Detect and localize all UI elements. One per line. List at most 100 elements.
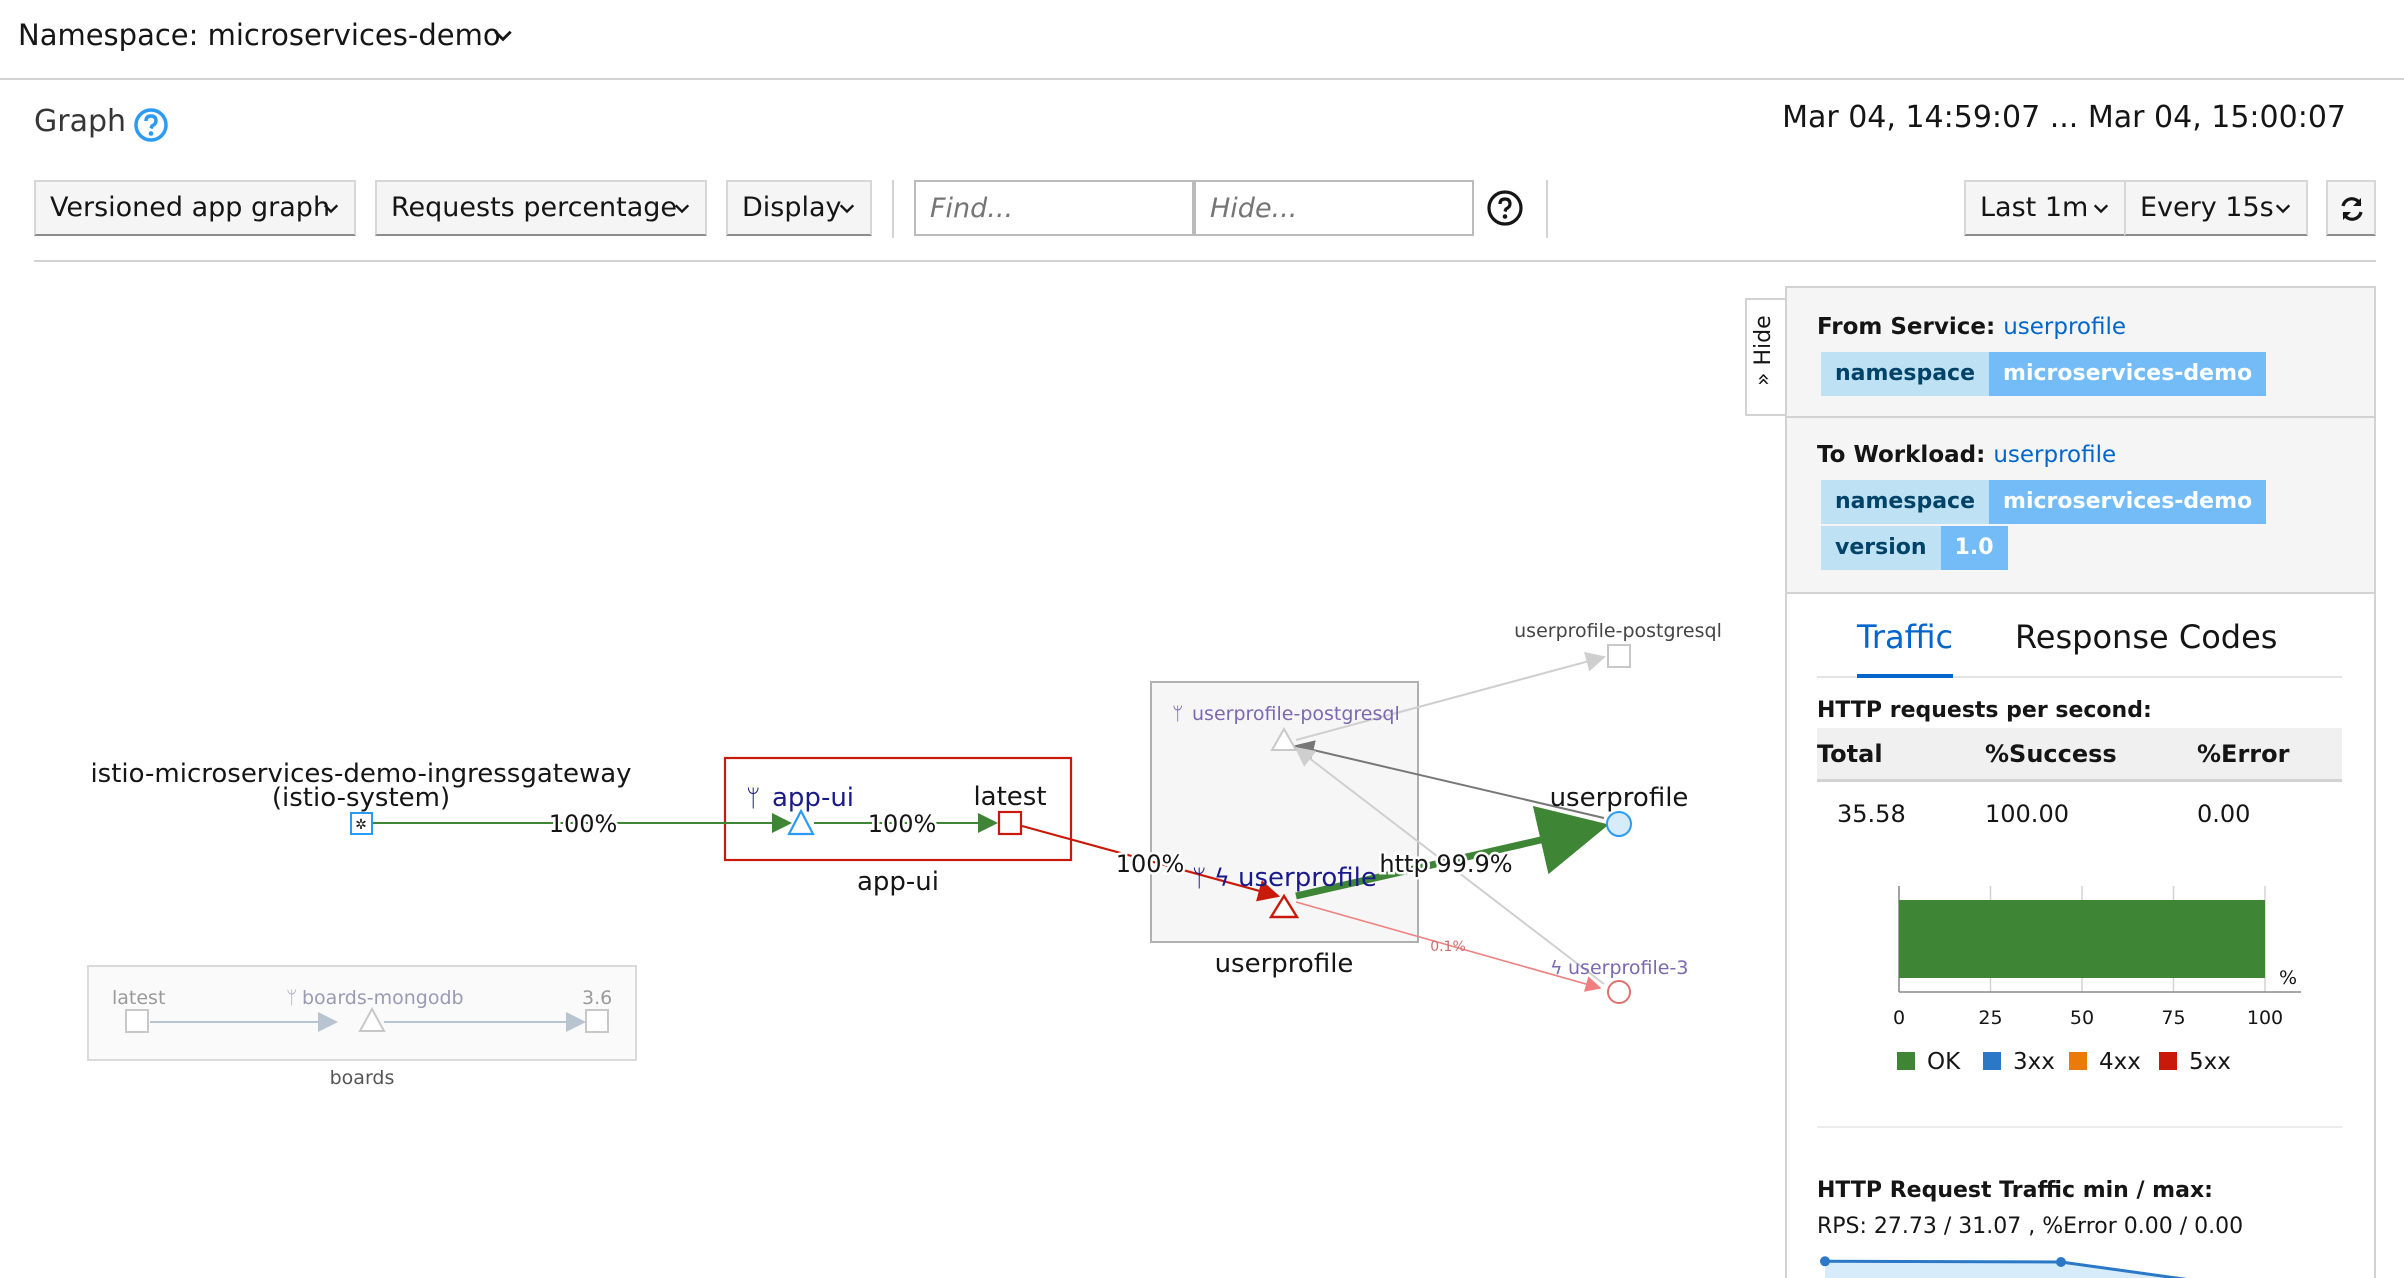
branch-icon: ᛘ (746, 784, 760, 812)
unit-label: % (2279, 967, 2297, 989)
gateway-icon: ✲ (355, 817, 367, 833)
legend-label: 4xx (2099, 1049, 2141, 1075)
help-icon[interactable] (133, 107, 169, 143)
boards-app-box[interactable]: latest ᛘ boards-mongodb 3.6 boards (87, 965, 637, 1089)
branch-icon: ᛘ (1192, 864, 1206, 892)
refresh-button[interactable] (2326, 180, 2376, 236)
find-help-icon[interactable] (1486, 189, 1524, 227)
from-service-label: From Service: (1817, 314, 1996, 340)
tab-response-codes[interactable]: Response Codes (2015, 618, 2277, 674)
userprofile-postgresql-outer-label: userprofile-postgresql (1514, 620, 1722, 642)
badge-key: namespace (1821, 480, 1990, 524)
edge-label-http: http 99.9% (1379, 850, 1512, 878)
summary-panel: From Service: userprofile namespace micr… (1785, 286, 2376, 1278)
page-title: Graph (34, 104, 127, 139)
badge-value: 1.0 (1940, 526, 2008, 570)
userprofile-postgresql-workload-node[interactable] (1607, 644, 1631, 668)
rps-title: HTTP requests per second: (1817, 698, 2152, 723)
to-workload-link[interactable]: userprofile (1993, 442, 2116, 468)
legend-swatch (2159, 1052, 2177, 1070)
to-workload-section: To Workload: userprofile namespace micro… (1787, 418, 2374, 594)
boards-branch-icon: ᛘ (286, 987, 297, 1009)
toolbar-divider (892, 180, 894, 238)
userprofile-service-label: userprofile (1238, 863, 1377, 893)
edge-labels-dropdown[interactable]: Requests percentage (375, 180, 707, 236)
toolbar-divider (34, 260, 2376, 262)
legend-swatch (1983, 1052, 2001, 1070)
legend-label: 3xx (2013, 1049, 2055, 1075)
app-ui-app-node[interactable] (787, 808, 815, 836)
graph-type-dropdown[interactable]: Versioned app graph (34, 180, 356, 236)
badge-value: microservices-demo (1989, 480, 2267, 524)
chevron-down-icon (2093, 204, 2109, 214)
app-ui-latest-node[interactable] (997, 810, 1023, 836)
badge-key: namespace (1821, 352, 1990, 396)
tick-label: 75 (2161, 1007, 2185, 1029)
to-workload-heading: To Workload: userprofile (1817, 442, 2116, 468)
userprofile-postgresql-inner-label: userprofile-postgresql (1192, 703, 1400, 725)
edge-label-ingress: 100% (549, 810, 618, 838)
branch-icon: ᛘ (1172, 703, 1183, 725)
from-service-heading: From Service: userprofile (1817, 314, 2126, 340)
sparkline-point (1820, 1256, 1830, 1267)
display-label: Display (742, 192, 842, 223)
chevron-down-icon (674, 204, 690, 214)
col-total: Total (1817, 740, 1883, 768)
edge-label-up3: 0.1% (1430, 939, 1466, 955)
legend-label: 5xx (2189, 1049, 2231, 1075)
version-badge: version 1.0 (1821, 526, 2008, 570)
namespace-bar: Namespace: microservices-demo (0, 0, 2404, 80)
boards-mongodb-label: boards-mongodb (302, 987, 464, 1009)
app-ui-latest-label: latest (973, 782, 1046, 812)
ingress-namespace-label: (istio-system) (272, 783, 450, 813)
duration-dropdown[interactable]: Last 1m (1964, 180, 2126, 236)
toolbar-divider (1546, 180, 1548, 238)
val-total: 35.58 (1837, 800, 1906, 828)
time-range-label: Mar 04, 14:59:07 ... Mar 04, 15:00:07 (1782, 100, 2346, 135)
legend-swatch (1897, 1052, 1915, 1070)
refresh-interval-label: Every 15s (2140, 192, 2274, 223)
chevron-down-icon (839, 204, 855, 214)
tick-label: 0 (1893, 1007, 1905, 1029)
namespace-badge: namespace microservices-demo (1821, 352, 2267, 396)
to-workload-label: To Workload: (1817, 442, 1986, 468)
badge-value: microservices-demo (1989, 352, 2267, 396)
section-divider (1817, 1126, 2342, 1128)
tab-traffic[interactable]: Traffic (1857, 618, 1954, 678)
refresh-interval-dropdown[interactable]: Every 15s (2124, 180, 2308, 236)
edge-labels-label: Requests percentage (391, 192, 678, 223)
hide-panel-label: » Hide (1751, 315, 1776, 386)
graph-type-label: Versioned app graph (50, 192, 331, 223)
boards-latest-label: latest (112, 987, 165, 1009)
legend-swatch (2069, 1052, 2087, 1070)
boards-version-node[interactable] (585, 1009, 609, 1033)
lightning-icon: ϟ (1214, 864, 1230, 892)
userprofile-workload-node[interactable] (1606, 811, 1632, 837)
sparkline-point (2056, 1257, 2066, 1267)
boards-latest-node[interactable] (125, 1009, 149, 1033)
col-success: %Success (1985, 740, 2117, 768)
userprofile-workload-label: userprofile (1550, 783, 1689, 813)
app-ui-box-label: app-ui (857, 867, 939, 897)
boards-box-label: boards (330, 1067, 395, 1089)
tick-label: 100 (2247, 1007, 2283, 1029)
userprofile-3-node[interactable] (1607, 980, 1631, 1004)
rps-table-header: Total %Success %Error (1817, 728, 2342, 782)
hide-input[interactable] (1194, 180, 1474, 236)
boards-version-label: 3.6 (582, 987, 612, 1009)
hide-panel-button[interactable]: » Hide (1745, 298, 1785, 416)
from-service-section: From Service: userprofile namespace micr… (1787, 288, 2374, 418)
userprofile-3-label: userprofile-3 (1568, 957, 1688, 979)
find-input[interactable] (914, 180, 1194, 236)
tick-label: 25 (1978, 1007, 2002, 1029)
service-graph[interactable]: latest ᛘ boards-mongodb 3.6 boards userp… (0, 270, 1740, 1278)
val-success: 100.00 (1985, 800, 2069, 828)
edge-label-latest: 100% (1116, 850, 1185, 878)
from-service-link[interactable]: userprofile (2003, 314, 2126, 340)
namespace-selector[interactable]: Namespace: microservices-demo (18, 18, 501, 52)
chevron-down-icon (323, 204, 339, 214)
display-dropdown[interactable]: Display (726, 180, 872, 236)
col-error: %Error (2197, 740, 2290, 768)
app-ui-label: app-ui (772, 783, 854, 813)
chevron-down-icon[interactable] (492, 24, 514, 46)
